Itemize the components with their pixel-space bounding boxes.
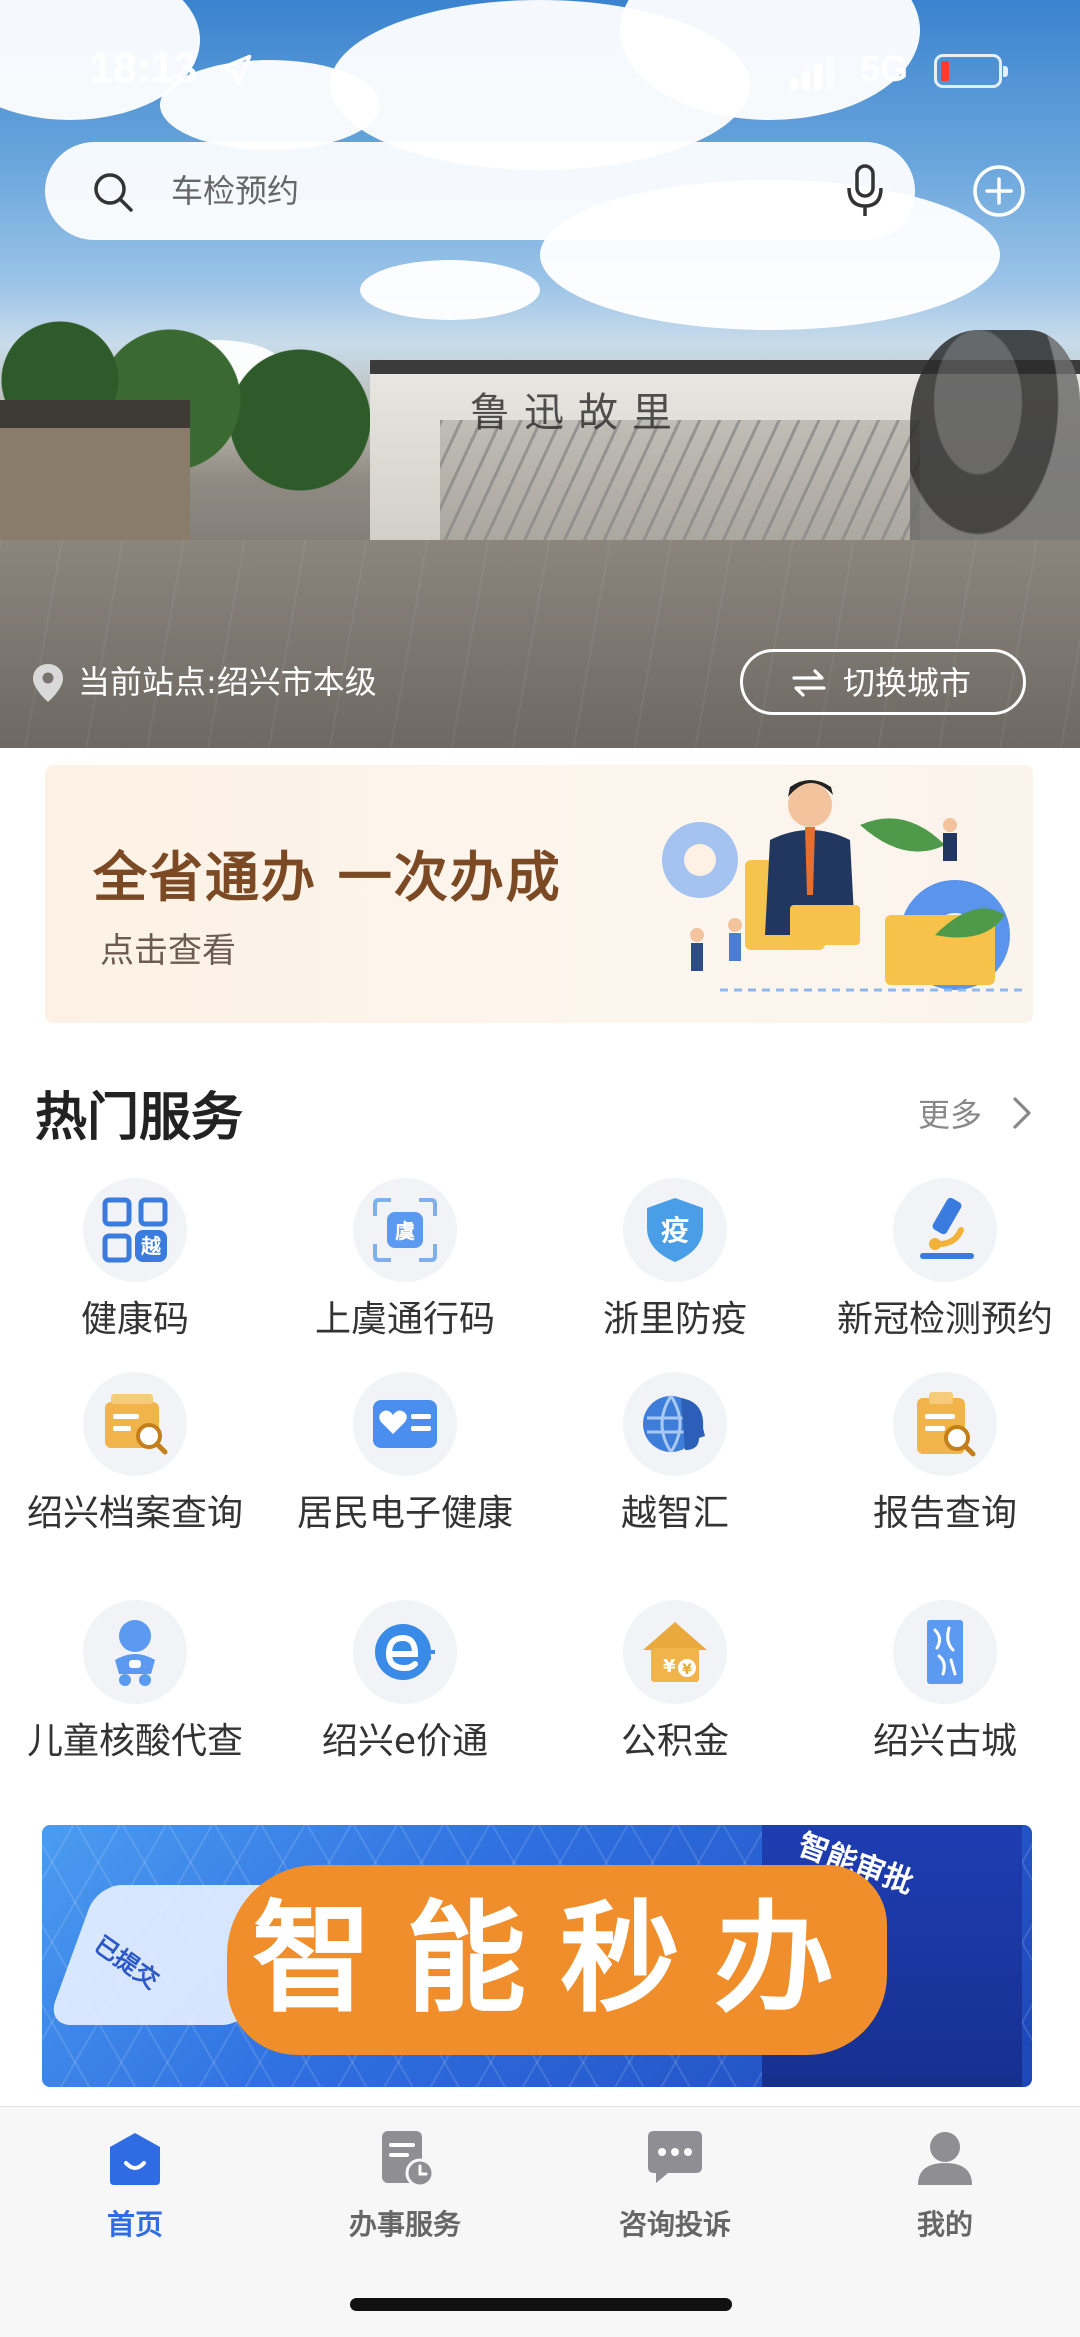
promo-subtitle: 点击查看 [100, 931, 236, 971]
service-label: 报告查询 [872, 1493, 1017, 1534]
service-report[interactable]: 报告查询 [810, 1372, 1080, 1538]
service-label: 健康码 [80, 1299, 189, 1340]
wall-portrait [910, 330, 1080, 570]
switch-arrows-icon [792, 669, 826, 697]
housing-fund-icon: ¥ ¥ [623, 1600, 727, 1704]
microphone-icon[interactable] [845, 164, 885, 218]
chat-icon [648, 2131, 702, 2183]
battery-icon [934, 54, 1008, 88]
globe-head-icon [623, 1372, 727, 1476]
service-label: 公积金 [620, 1721, 729, 1762]
service-housing-fund[interactable]: ¥ ¥ 公积金 [540, 1600, 810, 1766]
svg-text:¥: ¥ [682, 1662, 692, 1678]
tab-consult[interactable]: 咨询投诉 [540, 2127, 810, 2243]
location-arrow-icon [220, 54, 252, 86]
tab-label: 我的 [916, 2208, 973, 2241]
tab-profile[interactable]: 我的 [810, 2127, 1080, 2243]
smart-service-banner[interactable]: 已提交 智能审批 智能秒办 [42, 1825, 1032, 2087]
service-doc-icon [382, 2131, 435, 2188]
service-label: 儿童核酸代查 [26, 1721, 243, 1762]
service-label: 上虞通行码 [314, 1299, 495, 1340]
service-label: 新冠检测预约 [836, 1299, 1053, 1340]
hero-banner: 鲁迅故里 [0, 0, 1080, 748]
tab-label: 办事服务 [348, 2208, 461, 2241]
service-label: 浙里防疫 [602, 1299, 747, 1340]
search-bar[interactable]: 车检预约 [45, 142, 915, 240]
archive-search-icon [83, 1372, 187, 1476]
service-yuezhihui[interactable]: 越智汇 [540, 1372, 810, 1538]
svg-text:疫: 疫 [661, 1214, 689, 1247]
tab-label: 咨询投诉 [618, 2208, 731, 2241]
chevron-right-icon[interactable] [1010, 1094, 1034, 1132]
promo-banner[interactable]: 全省通办 一次办成 点击查看 [45, 765, 1033, 1023]
service-e-health[interactable]: 居民电子健康 [270, 1372, 540, 1538]
pass-code-icon: 虞 [353, 1178, 457, 1282]
hot-services-title: 热门服务 [35, 1088, 244, 1148]
tab-home[interactable]: 首页 [0, 2127, 270, 2243]
promo-title: 全省通办 一次办成 [93, 846, 562, 909]
current-site-label: 当前站点:绍兴市本级 [78, 663, 377, 701]
health-code-icon: 越 [83, 1178, 187, 1282]
location-pin-icon [33, 664, 63, 702]
service-label: 越智汇 [620, 1493, 729, 1534]
wall-title: 鲁迅故里 [470, 390, 686, 436]
service-label: 绍兴古城 [872, 1721, 1017, 1762]
cloud [360, 260, 540, 320]
home-indicator [350, 2298, 732, 2311]
banner-text: 智能秒办 [252, 1890, 868, 2029]
add-plus-icon[interactable] [972, 164, 1026, 218]
home-icon [110, 2133, 160, 2185]
e-price-icon [353, 1600, 457, 1704]
status-time: 18:13 [90, 44, 198, 91]
svg-text:越: 越 [140, 1234, 162, 1258]
switch-city-label: 切换城市 [843, 664, 972, 702]
service-health-code[interactable]: 越 健康码 [0, 1178, 270, 1344]
promo-illustration [662, 780, 1025, 992]
service-child-test[interactable]: 儿童核酸代查 [0, 1600, 270, 1766]
network-type: 5G [860, 48, 909, 89]
svg-text:虞: 虞 [395, 1219, 416, 1243]
tab-services[interactable]: 办事服务 [270, 2127, 540, 2243]
signal-icon [790, 56, 834, 90]
profile-icon [918, 2132, 972, 2185]
more-link[interactable]: 更多 [918, 1090, 982, 1136]
svg-text:¥: ¥ [663, 1656, 676, 1677]
microscope-icon [893, 1178, 997, 1282]
health-card-icon [353, 1372, 457, 1476]
report-search-icon [893, 1372, 997, 1476]
ancient-city-icon [893, 1600, 997, 1704]
service-pass-code[interactable]: 虞 上虞通行码 [270, 1178, 540, 1344]
child-icon [83, 1600, 187, 1704]
service-covid-test[interactable]: 新冠检测预约 [810, 1178, 1080, 1344]
wall-mural [440, 420, 920, 560]
service-e-price[interactable]: 绍兴e价通 [270, 1600, 540, 1766]
service-ancient-city[interactable]: 绍兴古城 [810, 1600, 1080, 1766]
service-epidemic[interactable]: 疫 浙里防疫 [540, 1178, 810, 1344]
service-label: 绍兴档案查询 [26, 1493, 243, 1534]
service-label: 绍兴e价通 [321, 1721, 489, 1762]
switch-city-button[interactable]: 切换城市 [740, 649, 1026, 715]
service-label: 居民电子健康 [296, 1493, 513, 1534]
search-input[interactable]: 车检预约 [171, 170, 299, 212]
search-icon [94, 173, 133, 212]
epidemic-shield-icon: 疫 [623, 1178, 727, 1282]
tab-label: 首页 [106, 2208, 163, 2241]
plaza-ground [0, 540, 1080, 748]
service-archive[interactable]: 绍兴档案查询 [0, 1372, 270, 1538]
